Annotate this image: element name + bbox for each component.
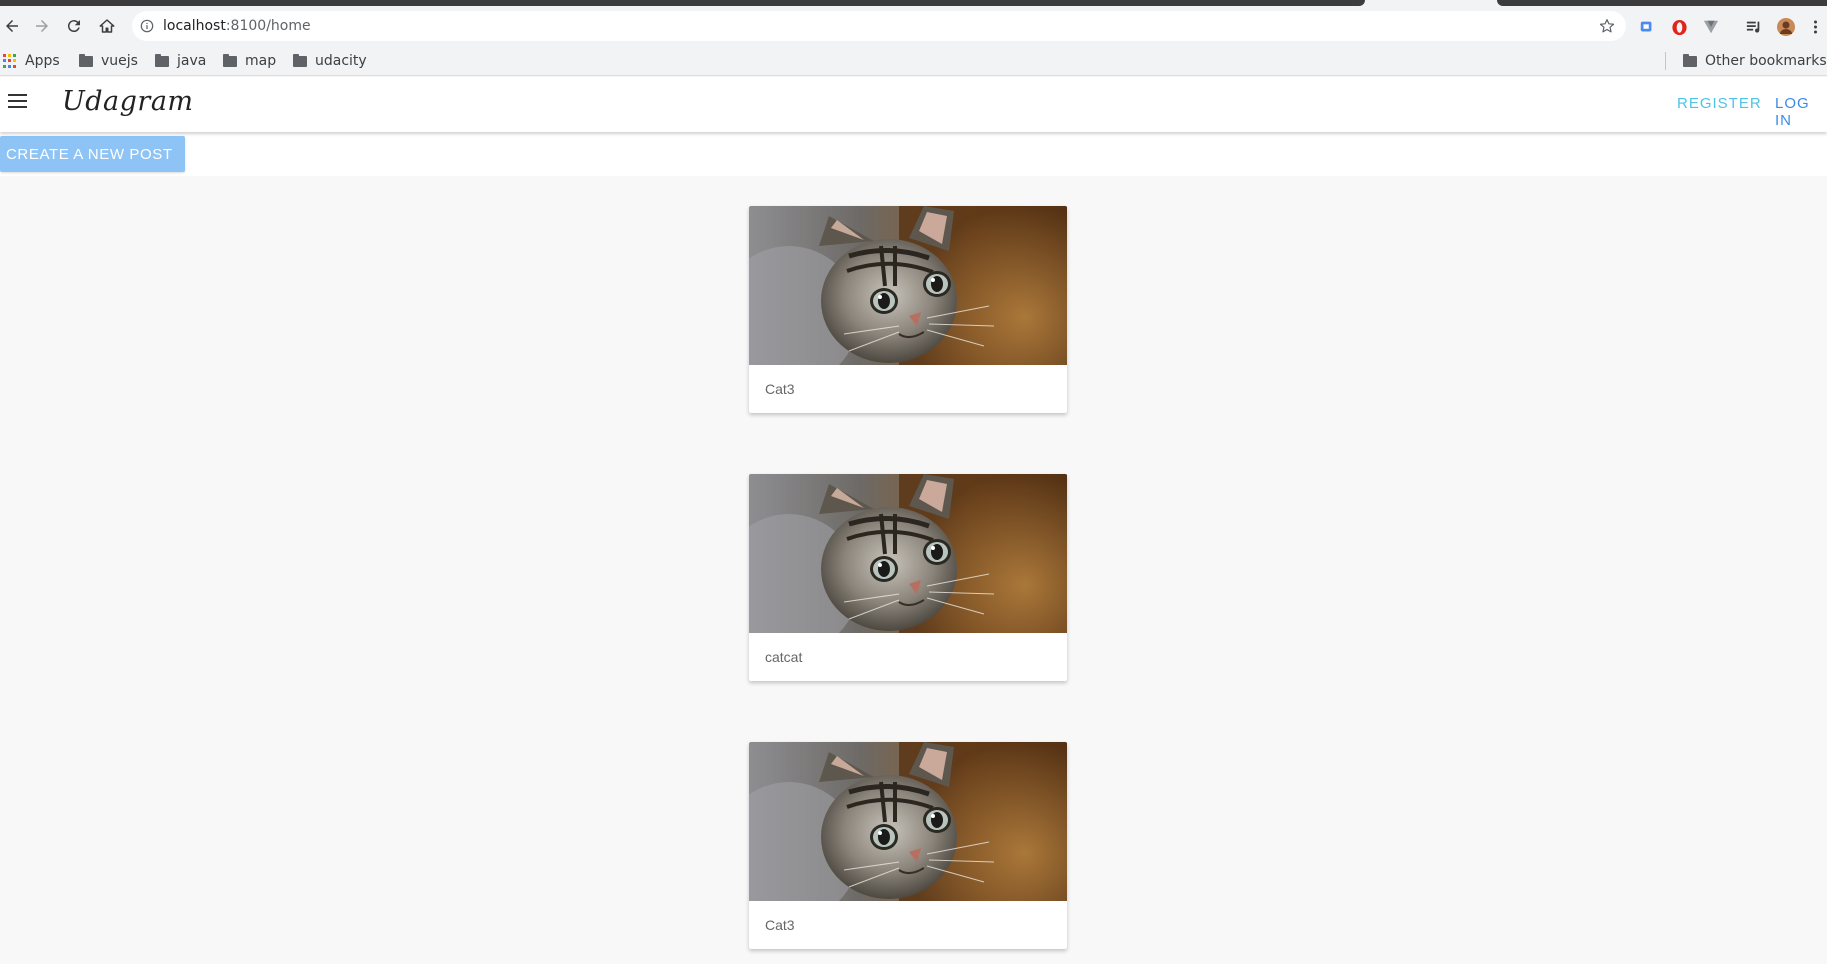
bookmark-label: java [177, 53, 207, 69]
url-text[interactable]: localhost:8100/home [163, 18, 311, 34]
post-caption: catcat [765, 649, 803, 665]
media-controls-icon[interactable] [1745, 18, 1763, 36]
login-link[interactable]: LOG IN [1775, 95, 1827, 129]
post-card[interactable]: Cat3 [749, 742, 1067, 949]
address-bar[interactable]: localhost:8100/home [132, 11, 1626, 41]
back-button[interactable] [0, 14, 24, 38]
browser-menu-icon[interactable] [1809, 18, 1821, 36]
profile-avatar[interactable] [1777, 18, 1795, 36]
post-image[interactable] [749, 474, 1067, 633]
url-host: localhost [163, 18, 226, 34]
bookmark-map[interactable]: map [223, 52, 276, 70]
post-card[interactable]: Cat3 [749, 206, 1067, 413]
create-post-button[interactable]: CREATE A NEW POST [0, 136, 185, 172]
home-button[interactable] [95, 14, 119, 38]
hamburger-menu-icon[interactable] [8, 94, 27, 108]
bookmarks-bar: Apps vuejs java map udacity Other bookma… [0, 46, 1827, 76]
reload-button[interactable] [62, 14, 86, 38]
bookmark-star-icon[interactable] [1598, 17, 1616, 35]
folder-icon [293, 53, 307, 67]
bookmarks-divider [1665, 52, 1666, 70]
bookmark-other-bookmarks[interactable]: Other bookmarks [1683, 52, 1827, 70]
bookmark-udacity[interactable]: udacity [293, 52, 367, 70]
extension-vue-devtools-icon[interactable] [1702, 18, 1720, 36]
back-arrow-icon [6, 20, 18, 32]
register-link[interactable]: REGISTER [1677, 95, 1762, 112]
bookmark-label: udacity [315, 53, 367, 69]
folder-icon [223, 53, 237, 67]
post-caption: Cat3 [765, 917, 795, 933]
info-icon[interactable] [140, 19, 154, 33]
folder-icon [1683, 53, 1697, 67]
bookmark-label: Other bookmarks [1705, 53, 1827, 69]
action-bar: CREATE A NEW POST [0, 132, 1827, 176]
post-image[interactable] [749, 742, 1067, 901]
folder-icon [79, 53, 93, 67]
url-path: :8100/home [225, 18, 311, 34]
bookmark-vuejs[interactable]: vuejs [79, 52, 138, 70]
post-image[interactable] [749, 206, 1067, 365]
browser-toolbar: localhost:8100/home [0, 6, 1827, 46]
extension-translate-icon[interactable] [1638, 18, 1656, 36]
post-card[interactable]: catcat [749, 474, 1067, 681]
forward-button[interactable] [30, 14, 54, 38]
forward-arrow-icon [36, 20, 48, 32]
reload-icon [67, 20, 80, 33]
extension-opera-icon[interactable] [1670, 18, 1688, 36]
bookmark-label: map [245, 53, 277, 69]
bookmark-apps[interactable]: Apps [3, 52, 60, 70]
apps-grid-icon [3, 54, 17, 68]
bookmark-label: vuejs [101, 53, 138, 69]
app-brand[interactable]: Udagram [62, 86, 194, 117]
folder-icon [155, 53, 169, 67]
post-caption: Cat3 [765, 381, 795, 397]
bookmark-java[interactable]: java [155, 52, 206, 70]
bookmark-label: Apps [25, 53, 60, 69]
app-header: Udagram REGISTER LOG IN [0, 77, 1827, 132]
home-icon [99, 19, 115, 33]
post-feed: Cat3 catcat Cat3 [749, 206, 1067, 964]
